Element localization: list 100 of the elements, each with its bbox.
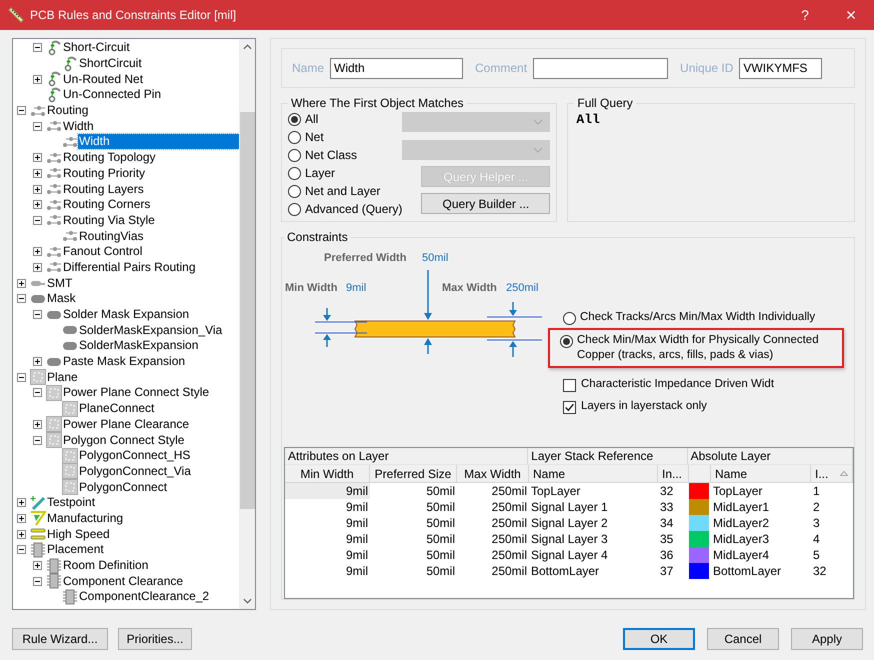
- tree-item[interactable]: Power Plane Connect Style: [62, 385, 212, 400]
- collapse-icon[interactable]: [17, 294, 26, 304]
- expand-icon[interactable]: [17, 530, 26, 539]
- tree-item[interactable]: Paste Mask Expansion: [62, 354, 188, 370]
- dialog-button[interactable]: OK: [623, 628, 695, 650]
- tree-item[interactable]: SolderMaskExpansion_Via: [78, 322, 224, 338]
- collapse-icon[interactable]: [17, 106, 26, 116]
- column-header[interactable]: Name: [529, 465, 658, 483]
- expand-icon[interactable]: [33, 200, 42, 210]
- tree-item[interactable]: Short-Circuit: [62, 40, 132, 56]
- tree-item[interactable]: Manufacturing: [46, 510, 126, 526]
- collapse-icon[interactable]: [33, 310, 42, 320]
- collapse-icon[interactable]: [33, 576, 42, 586]
- probe-icon: [62, 56, 78, 72]
- tree-item[interactable]: RoutingVias: [78, 228, 146, 244]
- tree-item[interactable]: Un-Routed Net: [62, 72, 146, 87]
- table-cell-text: 50mil: [425, 563, 456, 579]
- tree-item[interactable]: Mask: [46, 291, 78, 306]
- query-button[interactable]: Query Builder ...: [421, 193, 550, 214]
- input-field[interactable]: [533, 58, 668, 78]
- tree-item[interactable]: Routing: [46, 103, 90, 118]
- tree-item[interactable]: High Speed: [46, 526, 112, 542]
- table-cell-text: 50mil: [425, 499, 456, 515]
- tree-item[interactable]: PolygonConnect_Via: [78, 464, 193, 479]
- collapse-icon[interactable]: [17, 545, 26, 554]
- table-cell-text: 50mil: [425, 515, 456, 531]
- close-button[interactable]: ×: [828, 0, 874, 30]
- tree-item[interactable]: Placement: [46, 542, 106, 558]
- tree-item[interactable]: Routing Topology: [62, 150, 158, 166]
- table-cell-text: MidLayer2: [712, 515, 770, 531]
- expand-icon[interactable]: [17, 514, 26, 523]
- expand-icon[interactable]: [33, 561, 42, 570]
- scroll-down-icon[interactable]: [242, 598, 252, 604]
- checkbox-option[interactable]: Layers in layerstack only: [560, 397, 852, 416]
- scroll-bar[interactable]: [239, 39, 255, 609]
- expand-icon[interactable]: [17, 498, 26, 508]
- column-header[interactable]: Name: [711, 465, 811, 483]
- tree-item[interactable]: SolderMaskExpansion: [78, 338, 200, 354]
- tree-item[interactable]: PolygonConnect: [78, 480, 170, 495]
- tree-item[interactable]: ShortCircuit: [78, 56, 144, 72]
- collapse-icon[interactable]: [33, 122, 42, 131]
- tree-item[interactable]: ComponentClearance_2: [78, 589, 212, 604]
- tree-item[interactable]: Width: [62, 118, 96, 134]
- column-header[interactable]: Max Width: [457, 465, 529, 483]
- footer-button[interactable]: Priorities...: [118, 628, 192, 650]
- expand-icon[interactable]: [33, 247, 42, 256]
- expand-icon[interactable]: [33, 74, 42, 84]
- tree-item[interactable]: Routing Priority: [62, 166, 148, 181]
- tree-item[interactable]: Testpoint: [46, 495, 98, 510]
- table-cell-text: 37: [659, 563, 674, 579]
- radio-option[interactable]: Net Class: [288, 146, 402, 164]
- expand-icon[interactable]: [33, 357, 42, 366]
- tree-item[interactable]: Un-Connected Pin: [62, 87, 164, 102]
- tree-item[interactable]: Routing Via Style: [62, 212, 157, 228]
- scroll-up-icon[interactable]: [242, 44, 252, 50]
- collapse-icon[interactable]: [33, 388, 42, 398]
- expand-icon[interactable]: [33, 168, 42, 178]
- collapse-icon[interactable]: [33, 43, 42, 52]
- input-field[interactable]: VWIKYMFS: [739, 58, 822, 78]
- expand-icon[interactable]: [33, 184, 42, 194]
- column-header[interactable]: I...: [811, 465, 853, 483]
- expand-icon[interactable]: [33, 262, 42, 272]
- radio-option[interactable]: Net and Layer: [288, 182, 402, 200]
- radio-option[interactable]: Advanced (Query): [288, 200, 402, 218]
- column-header[interactable]: In...: [658, 465, 689, 483]
- help-button[interactable]: ?: [782, 0, 828, 30]
- tree-item[interactable]: Differential Pairs Routing: [62, 260, 198, 275]
- input-field[interactable]: Width: [330, 58, 464, 78]
- tree-item[interactable]: Plane: [46, 370, 80, 385]
- tree-item[interactable]: PolygonConnect_HS: [78, 448, 192, 464]
- tree-item[interactable]: Polygon Connect Style: [62, 432, 186, 448]
- scroll-thumb[interactable]: [240, 112, 254, 509]
- collapse-icon[interactable]: [33, 436, 42, 445]
- expand-icon[interactable]: [33, 420, 42, 429]
- tree-item[interactable]: Fanout Control: [62, 244, 144, 260]
- expand-icon[interactable]: [33, 153, 42, 162]
- collapse-icon[interactable]: [17, 372, 26, 382]
- dialog-button[interactable]: Apply: [791, 628, 863, 650]
- footer-button[interactable]: Rule Wizard...: [12, 628, 108, 650]
- table-cell-text: 250mil: [490, 483, 528, 499]
- tree-item[interactable]: Component Clearance: [62, 574, 186, 589]
- table-cell-text: 250mil: [490, 531, 528, 547]
- radio-option[interactable]: All: [288, 110, 402, 128]
- tree-item[interactable]: Routing Layers: [62, 182, 146, 197]
- tree-item[interactable]: Routing Corners: [62, 197, 152, 212]
- expand-icon[interactable]: [17, 278, 26, 288]
- radio-option[interactable]: Layer: [288, 164, 402, 182]
- tree-item[interactable]: SMT: [46, 276, 74, 291]
- radio-option[interactable]: Net: [288, 128, 402, 146]
- checkbox-option[interactable]: Characteristic Impedance Driven Widt: [560, 375, 852, 394]
- tree-item[interactable]: Width: [78, 134, 239, 150]
- radio-option[interactable]: Check Tracks/Arcs Min/Max Width Individually: [560, 308, 852, 327]
- tree-item[interactable]: Solder Mask Expansion: [62, 307, 192, 322]
- dialog-button[interactable]: Cancel: [707, 628, 779, 650]
- tree-item[interactable]: Power Plane Clearance: [62, 416, 192, 432]
- radio-option[interactable]: Check Min/Max Width for Physically Connected Copper (tracks, arcs, fills, pads & vias): [548, 328, 844, 368]
- column-header[interactable]: Preferred Size: [370, 465, 457, 483]
- tree-item[interactable]: Room Definition: [62, 558, 150, 574]
- tree-item[interactable]: PlaneConnect: [78, 401, 156, 416]
- collapse-icon[interactable]: [33, 216, 42, 225]
